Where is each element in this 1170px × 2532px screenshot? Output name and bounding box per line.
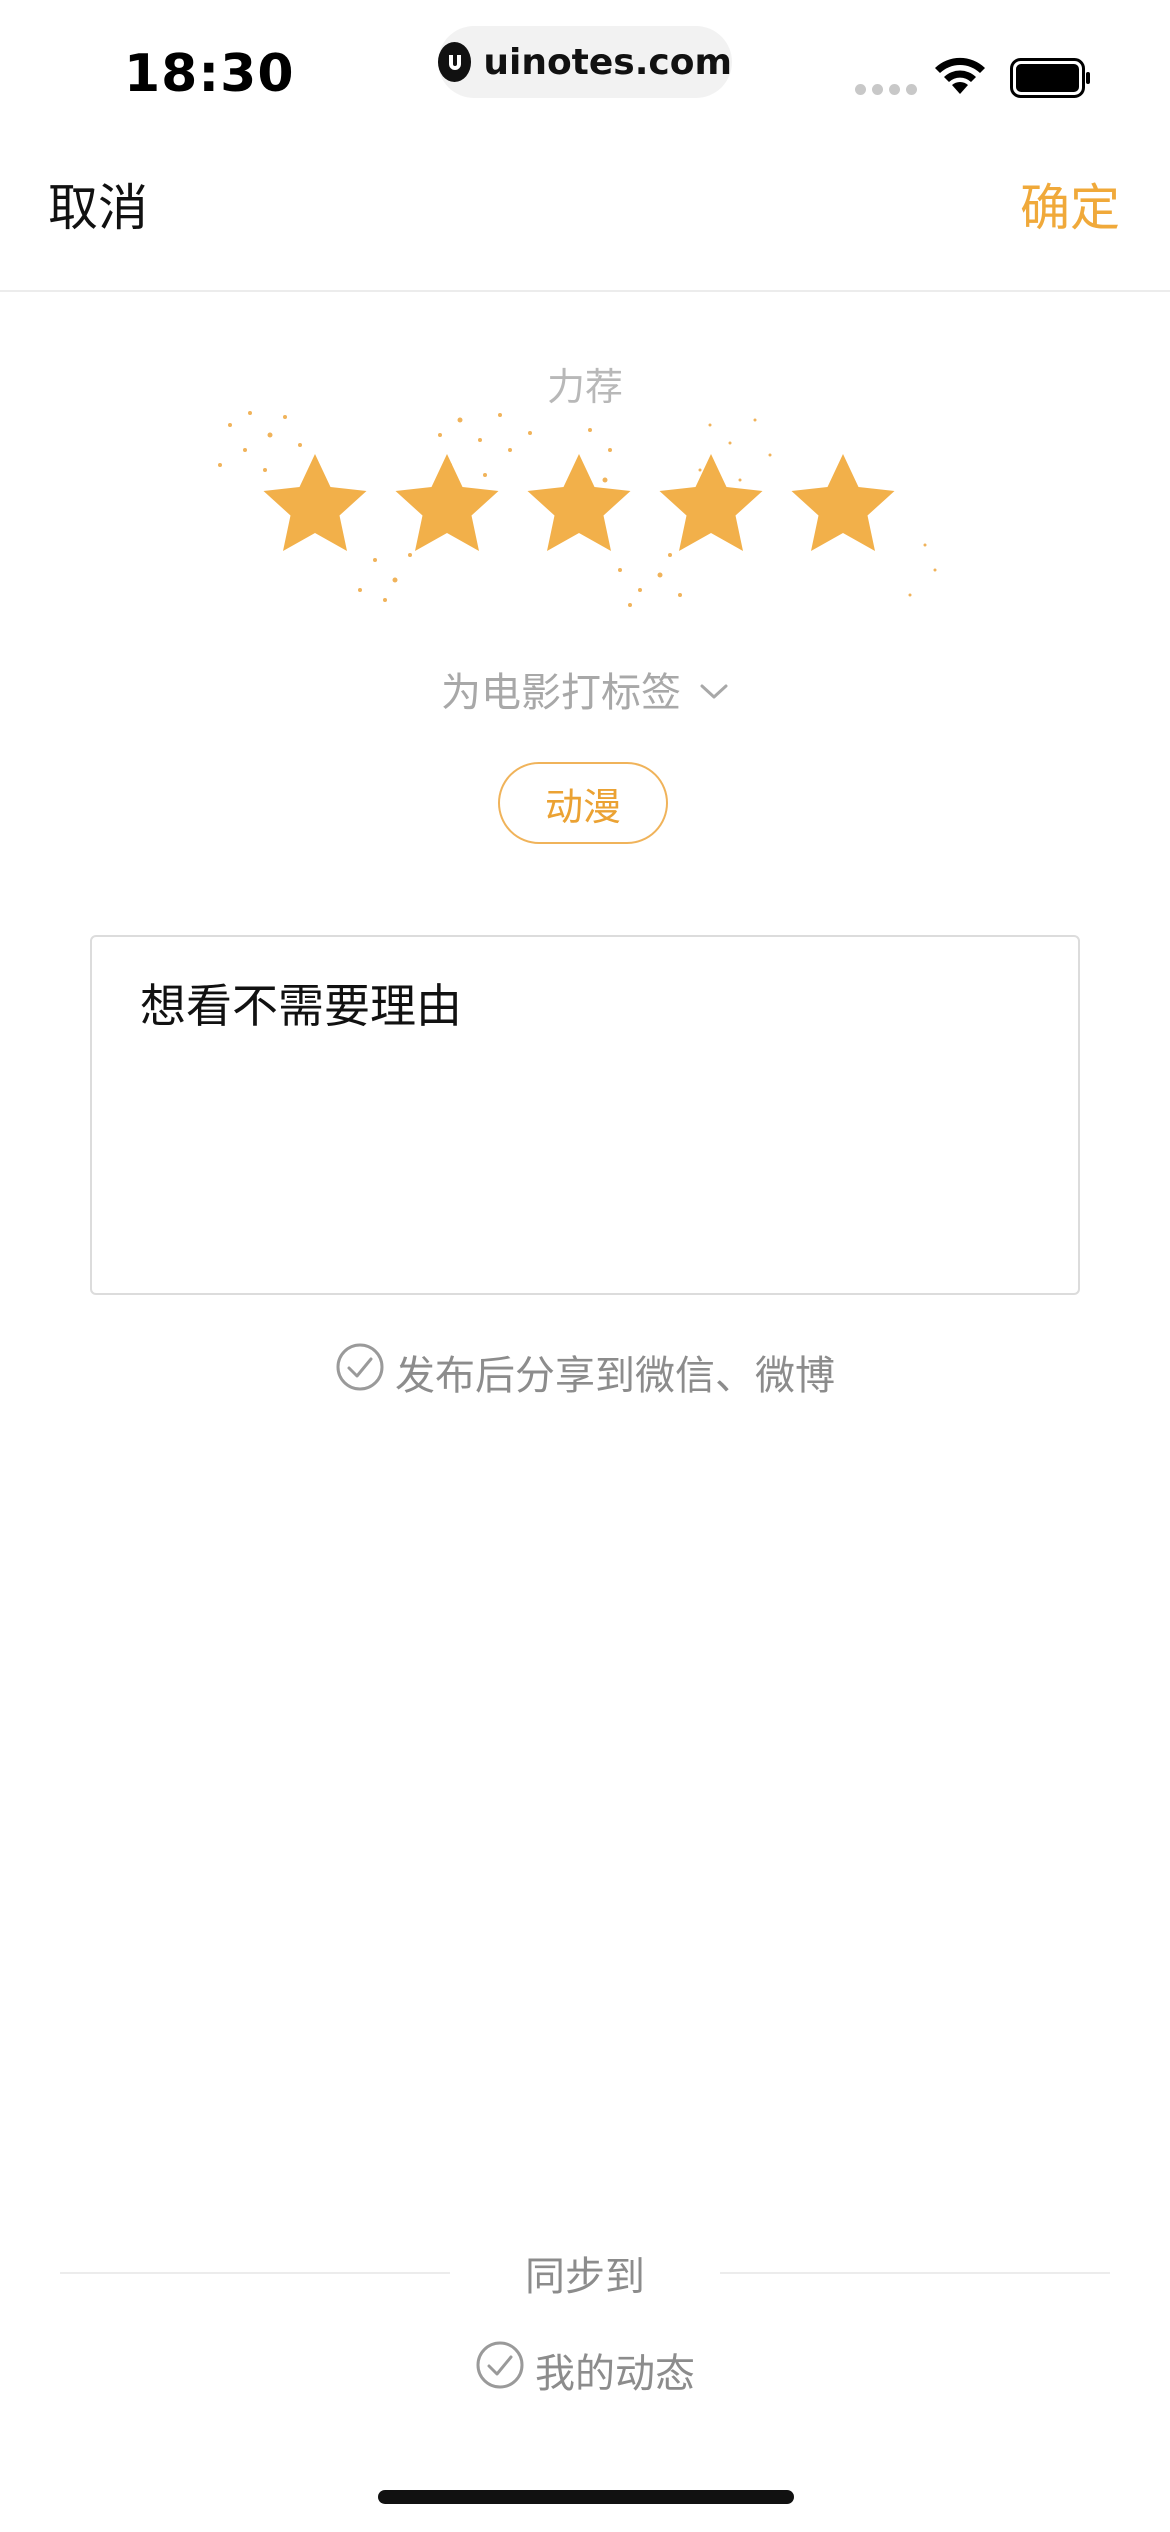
sync-my-feed-toggle[interactable]: 我的动态 xyxy=(0,2340,1170,2400)
star-icon-2[interactable] xyxy=(387,446,507,566)
status-time: 18:30 xyxy=(124,44,295,104)
star-icon-4[interactable] xyxy=(651,446,771,566)
star-icon-5[interactable] xyxy=(783,446,903,566)
confirm-button[interactable]: 确定 xyxy=(1020,168,1120,240)
site-logo-icon xyxy=(438,42,472,82)
wifi-icon xyxy=(932,54,988,100)
check-circle-icon xyxy=(335,1342,385,1402)
battery-icon xyxy=(1010,58,1092,102)
star-icon-3[interactable] xyxy=(519,446,639,566)
url-text: uinotes.com xyxy=(483,41,732,83)
chevron-down-icon xyxy=(699,666,729,712)
comment-input[interactable]: 想看不需要理由 xyxy=(90,935,1080,1295)
url-pill: uinotes.com xyxy=(438,26,732,98)
share-toggle[interactable]: 发布后分享到微信、微博 xyxy=(0,1342,1170,1402)
sync-option-label: 我的动态 xyxy=(535,2351,695,2397)
nav-divider xyxy=(0,290,1170,292)
tag-prompt-label: 为电影打标签 xyxy=(441,670,681,716)
signal-icon xyxy=(855,84,917,95)
share-label: 发布后分享到微信、微博 xyxy=(395,1353,835,1399)
cancel-button[interactable]: 取消 xyxy=(48,168,148,240)
star-icon-1[interactable] xyxy=(255,446,375,566)
tag-chip[interactable]: 动漫 xyxy=(498,762,668,844)
tag-prompt-button[interactable]: 为电影打标签 xyxy=(0,660,1170,718)
check-circle-icon xyxy=(475,2340,525,2400)
star-rating xyxy=(255,446,915,586)
sync-title: 同步到 xyxy=(525,2254,645,2300)
home-indicator xyxy=(378,2490,794,2504)
